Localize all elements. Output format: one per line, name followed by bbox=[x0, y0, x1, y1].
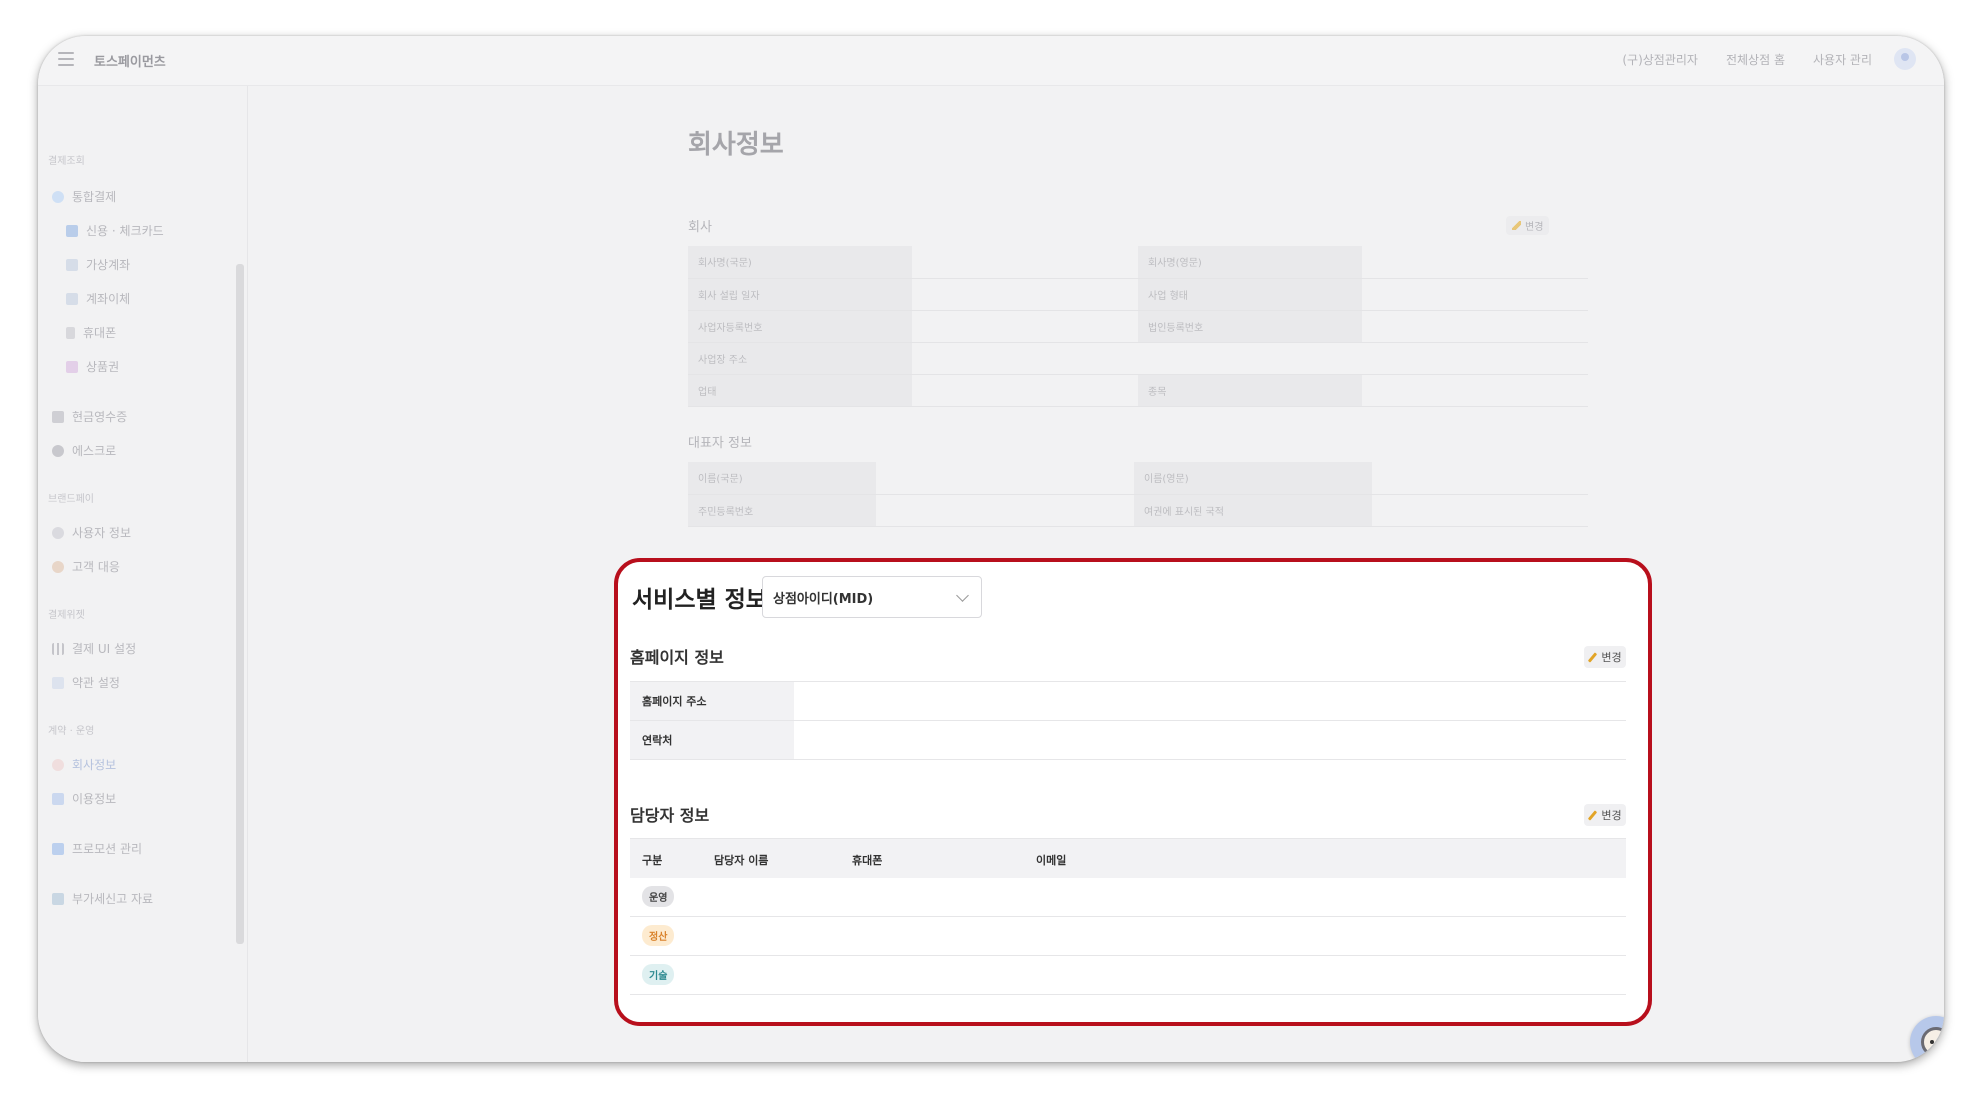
sidebar-item-customer-support[interactable]: 고객 대응 bbox=[52, 558, 120, 575]
sidebar-item-integrated-payment[interactable]: 통합결제 bbox=[52, 188, 116, 205]
column-mobile: 휴대폰 bbox=[852, 854, 883, 867]
homepage-edit-button[interactable]: 변경 bbox=[1584, 646, 1626, 668]
nav-user-management[interactable]: 사용자 관리 bbox=[1813, 51, 1872, 68]
sidebar-item-promotion[interactable]: 프로모션 관리 bbox=[52, 840, 142, 857]
badge-operation: 운영 bbox=[642, 886, 675, 907]
table-row: 회사 설립 일자 사업 형태 bbox=[688, 278, 1588, 311]
column-type: 구분 bbox=[642, 854, 663, 867]
mid-dropdown[interactable]: 상점아이디(MID) bbox=[762, 576, 982, 618]
nav-all-stores-home[interactable]: 전체상점 홈 bbox=[1726, 51, 1785, 68]
sidebar-item-payment-ui[interactable]: 결제 UI 설정 bbox=[52, 640, 136, 657]
sidebar: 결제조회 통합결제 신용 · 체크카드 가상계좌 계좌이체 휴대폰 상품권 현금… bbox=[38, 86, 248, 1062]
contact-value bbox=[794, 720, 1626, 760]
user-info-icon bbox=[52, 526, 64, 539]
nav-legacy-admin[interactable]: (구)상점관리자 bbox=[1622, 51, 1698, 68]
sidebar-item-bank-transfer[interactable]: 계좌이체 bbox=[66, 290, 130, 307]
usage-info-icon bbox=[52, 792, 64, 805]
mid-dropdown-value: 상점아이디(MID) bbox=[773, 591, 874, 607]
brand-logo[interactable]: 토스페이먼츠 bbox=[94, 51, 166, 70]
promotion-icon bbox=[52, 842, 64, 855]
cash-receipt-icon bbox=[52, 410, 64, 423]
table-row: 사업장 주소 bbox=[688, 342, 1588, 375]
column-manager-name: 담당자 이름 bbox=[714, 854, 769, 867]
company-edit-button[interactable]: 변경 bbox=[1506, 216, 1550, 235]
company-info-icon bbox=[52, 758, 64, 771]
pencil-icon bbox=[1588, 652, 1598, 662]
sidebar-section-contract: 계약 · 운영 bbox=[48, 726, 95, 737]
table-row: 홈페이지 주소 bbox=[630, 681, 1626, 721]
bank-transfer-icon bbox=[66, 292, 78, 305]
pencil-icon bbox=[1588, 810, 1598, 820]
virtual-account-icon bbox=[66, 258, 78, 271]
sidebar-section-payments: 결제조회 bbox=[48, 156, 85, 167]
chevron-down-icon bbox=[956, 589, 969, 602]
table-row: 연락처 bbox=[630, 720, 1626, 760]
gift-card-icon bbox=[66, 360, 78, 373]
vat-report-icon bbox=[52, 892, 64, 905]
sidebar-item-mobile[interactable]: 휴대폰 bbox=[66, 324, 116, 341]
badge-settlement: 정산 bbox=[642, 925, 675, 946]
sidebar-item-gift-card[interactable]: 상품권 bbox=[66, 358, 119, 375]
page-title: 회사정보 bbox=[688, 130, 784, 160]
sidebar-item-card[interactable]: 신용 · 체크카드 bbox=[66, 222, 164, 239]
sidebar-scrollbar[interactable] bbox=[236, 264, 244, 944]
terms-icon bbox=[52, 676, 64, 689]
top-nav: (구)상점관리자 전체상점 홈 사용자 관리 bbox=[1594, 48, 1916, 70]
company-table: 회사명(국문) 회사명(영문) 회사 설립 일자 사업 형태 사업자등록번호 법인등록… bbox=[688, 246, 1588, 407]
escrow-icon bbox=[52, 444, 64, 457]
column-email: 이메일 bbox=[1036, 854, 1067, 867]
table-row: 업태 종목 bbox=[688, 374, 1588, 407]
chatbot-face-icon bbox=[1921, 1027, 1944, 1057]
customer-support-icon bbox=[52, 560, 64, 573]
integrated-payment-icon bbox=[52, 190, 64, 203]
manager-edit-button[interactable]: 변경 bbox=[1584, 804, 1626, 826]
sidebar-item-company-info[interactable]: 회사정보 bbox=[52, 756, 116, 773]
badge-technical: 기술 bbox=[642, 964, 675, 985]
sidebar-item-user-info[interactable]: 사용자 정보 bbox=[52, 524, 131, 541]
representative-section-title: 대표자 정보 bbox=[688, 436, 752, 451]
sidebar-item-terms[interactable]: 약관 설정 bbox=[52, 674, 120, 691]
sidebar-item-vat-report[interactable]: 부가세신고 자료 bbox=[52, 890, 153, 907]
table-row: 운영 bbox=[630, 878, 1626, 917]
sidebar-item-cash-receipt[interactable]: 현금영수증 bbox=[52, 408, 127, 425]
sidebar-item-escrow[interactable]: 에스크로 bbox=[52, 442, 116, 459]
homepage-table: 홈페이지 주소 연락처 bbox=[630, 681, 1626, 760]
table-row: 기술 bbox=[630, 956, 1626, 995]
manager-table-header: 구분 담당자 이름 휴대폰 이메일 bbox=[630, 838, 1626, 878]
homepage-url-value bbox=[794, 681, 1626, 721]
homepage-info-title: 홈페이지 정보 bbox=[630, 648, 724, 667]
table-row: 주민등록번호 여권에 표시된 국적 bbox=[688, 494, 1588, 527]
user-avatar-icon[interactable] bbox=[1894, 48, 1916, 70]
service-info-panel: 서비스별 정보 상점아이디(MID) 홈페이지 정보 변경 홈페이지 주소 연락… bbox=[614, 558, 1652, 1026]
table-row: 이름(국문) 이름(영문) bbox=[688, 462, 1588, 495]
mobile-icon bbox=[66, 326, 75, 339]
sidebar-section-widget: 결제위젯 bbox=[48, 610, 85, 621]
table-row: 회사명(국문) 회사명(영문) bbox=[688, 246, 1588, 279]
pencil-icon bbox=[1512, 221, 1521, 230]
sidebar-section-brandpay: 브랜드페이 bbox=[48, 494, 94, 505]
grid-icon bbox=[52, 642, 64, 655]
sidebar-item-virtual-account[interactable]: 가상계좌 bbox=[66, 256, 130, 273]
sidebar-item-usage-info[interactable]: 이용정보 bbox=[52, 790, 116, 807]
representative-table: 이름(국문) 이름(영문) 주민등록번호 여권에 표시된 국적 bbox=[688, 462, 1588, 527]
company-section-title: 회사 bbox=[688, 220, 712, 235]
menu-icon[interactable] bbox=[58, 52, 74, 66]
top-bar: 토스페이먼츠 (구)상점관리자 전체상점 홈 사용자 관리 bbox=[38, 36, 1944, 86]
table-row: 사업자등록번호 법인등록번호 bbox=[688, 310, 1588, 343]
card-icon bbox=[66, 224, 78, 237]
manager-info-title: 담당자 정보 bbox=[630, 806, 710, 825]
table-row: 정산 bbox=[630, 917, 1626, 956]
service-info-title: 서비스별 정보 bbox=[632, 587, 767, 613]
